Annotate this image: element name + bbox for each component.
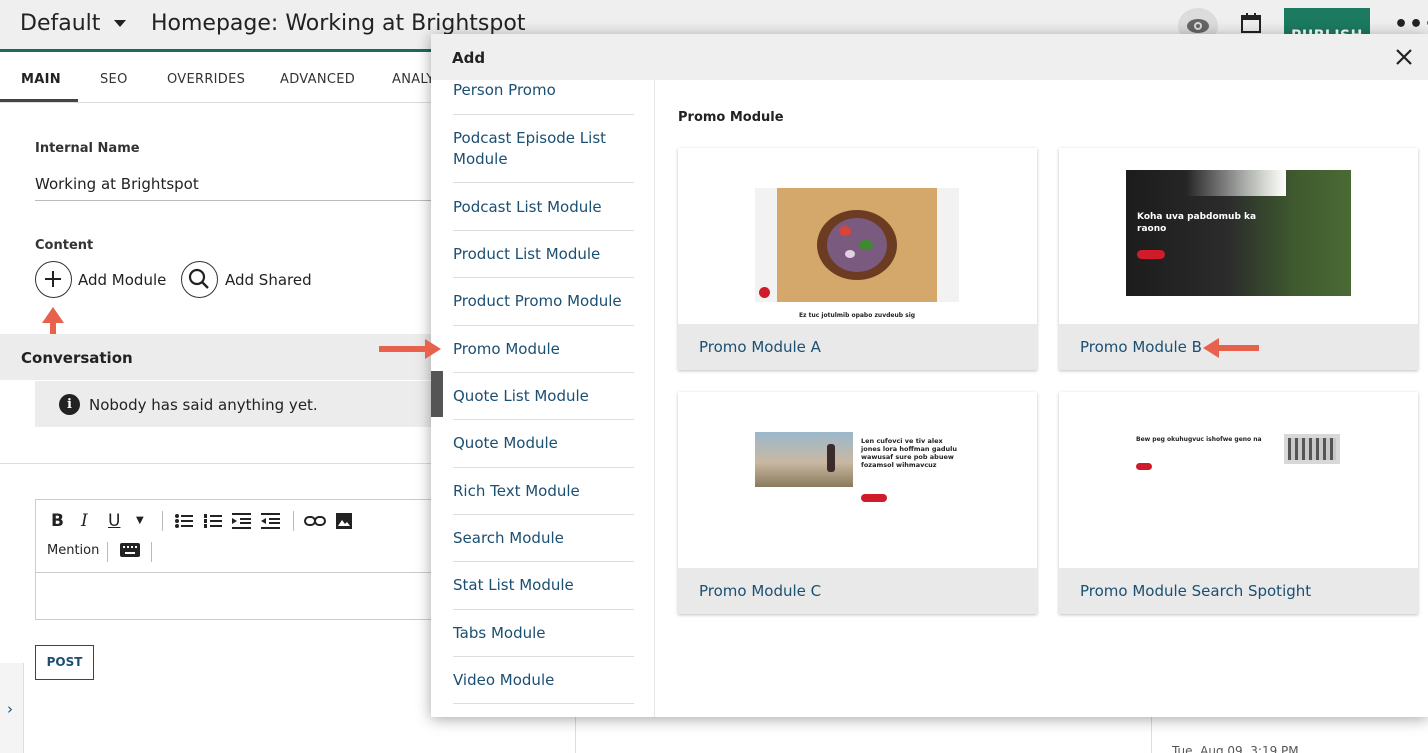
outdent-icon[interactable] — [261, 512, 281, 530]
add-shared-label[interactable]: Add Shared — [225, 271, 312, 289]
tab-main[interactable]: MAIN — [21, 72, 61, 87]
underline-icon[interactable]: U — [108, 511, 120, 531]
card-footer: Promo Module C — [678, 568, 1037, 614]
annotation-arrow-right — [379, 339, 441, 359]
promo-a-caption: Ez tuc jotulmib opabo zuvdeub sig — [798, 312, 916, 319]
card-footer: Promo Module Search Spotight — [1059, 568, 1418, 614]
schedule-button[interactable] — [1240, 12, 1262, 34]
internal-name-label: Internal Name — [35, 141, 140, 156]
promo-search-thumbnail: Bew peg okuhugvuc ishofwe geno na — [1136, 432, 1342, 472]
column-divider — [575, 716, 576, 753]
promo-search-heading: Bew peg okuhugvuc ishofwe geno na — [1136, 436, 1262, 443]
promo-module-c-card[interactable]: Len cufovci ve tiv alex jones lora hoffm… — [678, 392, 1037, 614]
toolbar-separator — [162, 511, 163, 531]
plus-icon — [45, 271, 61, 287]
annotation-arrow-left — [1203, 338, 1259, 358]
tab-advanced[interactable]: ADVANCED — [280, 72, 355, 87]
site-selector-label: Default — [20, 11, 101, 36]
mention-button[interactable]: Mention — [47, 543, 99, 558]
card-label: Promo Module Search Spotight — [1080, 582, 1312, 600]
list-item[interactable]: Podcast List Module — [453, 197, 634, 231]
page-title: Homepage: Working at Brightspot — [151, 11, 526, 36]
tab-overrides[interactable]: OVERRIDES — [167, 72, 245, 87]
module-type-list: Person Promo Podcast Episode List Module… — [431, 80, 655, 717]
list-item[interactable]: Person Promo — [453, 80, 634, 115]
list-item[interactable]: Podcast Episode List Module — [453, 128, 634, 183]
card-label: Promo Module B — [1080, 338, 1202, 356]
editor-toolbar: B I U ▼ Mention — [36, 500, 439, 573]
numbered-list-icon[interactable] — [203, 512, 223, 530]
tab-analytics[interactable]: ANALY — [392, 72, 434, 87]
active-tab-indicator — [0, 99, 78, 102]
search-icon — [188, 268, 209, 289]
card-label: Promo Module C — [699, 582, 822, 600]
indent-icon[interactable] — [232, 512, 252, 530]
close-icon[interactable] — [1393, 46, 1415, 68]
content-label: Content — [35, 238, 94, 253]
content-tabs: MAIN SEO OVERRIDES ADVANCED ANALY — [0, 55, 440, 103]
list-item[interactable]: Quote Module — [453, 433, 634, 468]
image-icon[interactable] — [335, 512, 353, 530]
dialog-header: Add — [431, 34, 1428, 80]
promo-c-heading: Len cufovci ve tiv alex jones lora hoffm… — [861, 437, 957, 469]
keyboard-icon[interactable] — [120, 543, 140, 557]
list-item[interactable]: Stat List Module — [453, 575, 634, 610]
divider — [0, 463, 440, 464]
list-item[interactable]: Video Module — [453, 670, 634, 704]
column-divider — [1151, 716, 1152, 753]
info-icon: i — [59, 394, 80, 415]
promo-b-thumbnail: Koha uva pabdomub ka raono — [1126, 170, 1351, 296]
list-item[interactable]: Rich Text Module — [453, 481, 634, 515]
calendar-icon — [1241, 13, 1261, 33]
timestamp: Tue, Aug 09, 3:19 PM — [1172, 744, 1299, 753]
comment-editor: B I U ▼ Mention — [35, 499, 440, 620]
promo-a-thumbnail: Ez tuc jotulmib opabo zuvdeub sig — [755, 188, 959, 321]
add-module-label[interactable]: Add Module — [78, 271, 166, 289]
selected-item-marker — [431, 371, 443, 417]
toolbar-separator — [293, 511, 294, 531]
internal-name-underline — [35, 200, 435, 201]
conversation-title: Conversation — [21, 349, 133, 367]
list-item[interactable]: Product Promo Module — [453, 291, 634, 326]
list-item[interactable]: Quote List Module — [453, 386, 634, 420]
list-item[interactable]: Product List Module — [453, 244, 634, 278]
list-item[interactable]: Tabs Module — [453, 623, 634, 657]
post-button[interactable]: POST — [35, 645, 94, 680]
promo-c-thumbnail: Len cufovci ve tiv alex jones lora hoffm… — [755, 432, 959, 512]
bullet-list-icon[interactable] — [174, 512, 194, 530]
card-footer: Promo Module A — [678, 324, 1037, 370]
chevron-down-icon[interactable]: ▼ — [136, 515, 144, 526]
card-label: Promo Module A — [699, 338, 821, 356]
promo-module-a-card[interactable]: Ez tuc jotulmib opabo zuvdeub sig Promo … — [678, 148, 1037, 370]
add-shared-button[interactable] — [181, 261, 218, 298]
tab-seo[interactable]: SEO — [100, 72, 128, 87]
promo-b-heading: Koha uva pabdomub ka raono — [1137, 212, 1257, 234]
bold-icon[interactable]: B — [51, 511, 64, 531]
toolbar-separator — [107, 542, 108, 562]
chevron-right-icon[interactable]: › — [7, 700, 13, 718]
italic-icon[interactable]: I — [81, 511, 88, 531]
link-icon[interactable] — [304, 513, 326, 529]
empty-conversation-message: Nobody has said anything yet. — [89, 396, 318, 414]
chevron-down-icon — [114, 20, 127, 27]
toolbar-separator — [151, 542, 152, 562]
internal-name-field[interactable]: Working at Brightspot — [35, 175, 199, 193]
list-item[interactable]: Search Module — [453, 528, 634, 562]
section-title: Promo Module — [678, 110, 784, 125]
list-item-selected[interactable]: Promo Module — [453, 339, 634, 373]
dialog-title: Add — [452, 49, 486, 67]
module-preview-panel: Promo Module Ez tuc jotulmib opabo zuvde… — [656, 80, 1428, 717]
add-module-dialog: Add Person Promo Podcast Episode List Mo… — [431, 34, 1428, 717]
add-module-button[interactable] — [35, 261, 72, 298]
site-selector[interactable]: Default — [20, 11, 127, 36]
promo-module-search-spotlight-card[interactable]: Bew peg okuhugvuc ishofwe geno na Promo … — [1059, 392, 1418, 614]
